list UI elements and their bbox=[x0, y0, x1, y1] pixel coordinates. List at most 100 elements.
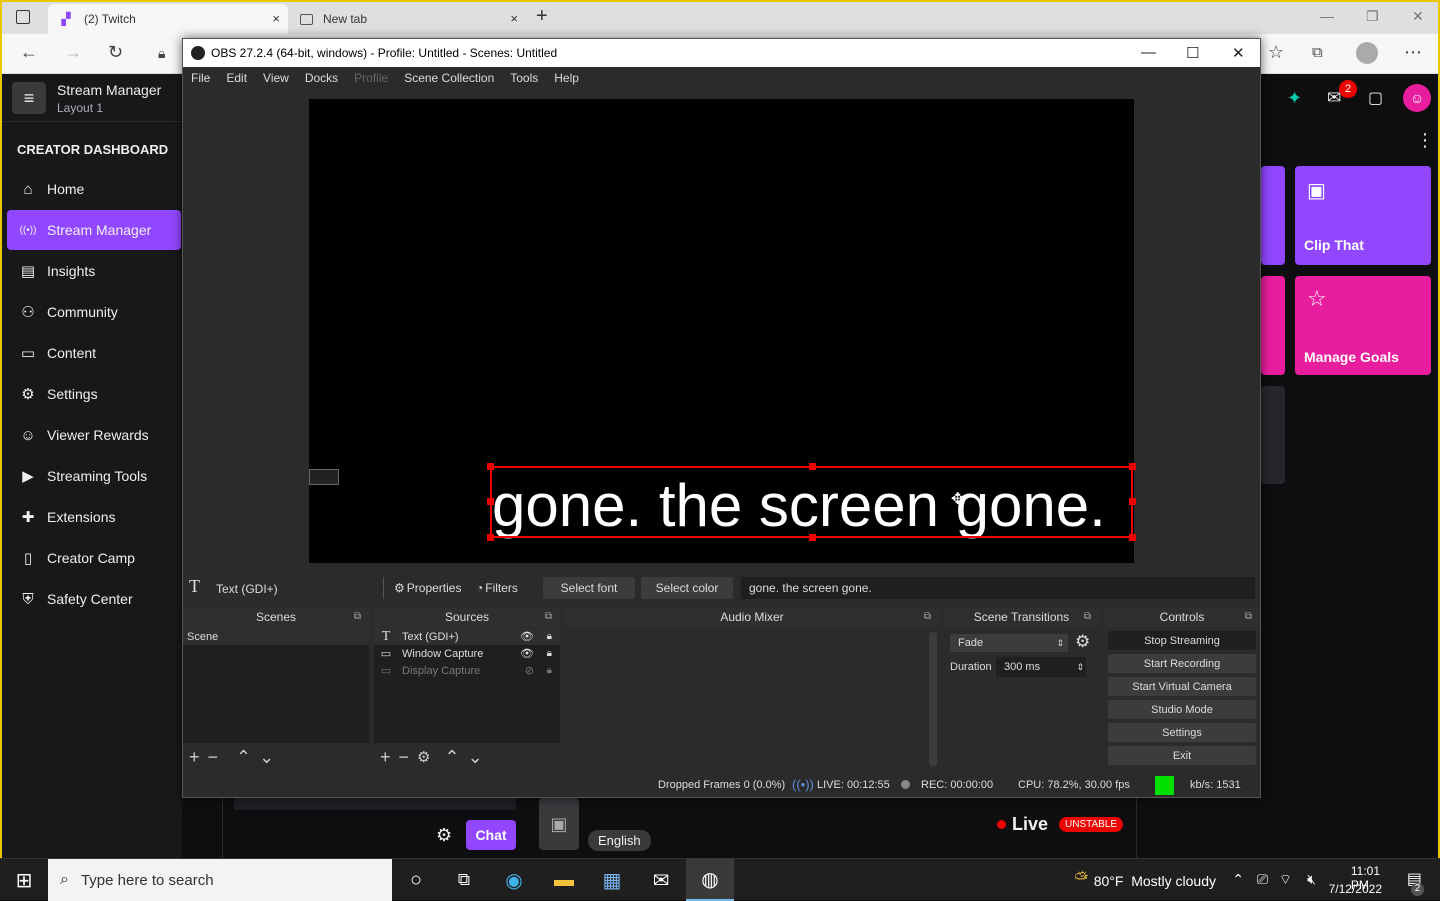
scene-item[interactable]: Scene bbox=[183, 628, 369, 645]
preview-canvas[interactable]: gone. the screen gone. ✥ bbox=[309, 99, 1136, 563]
sidebar-item-home[interactable]: ⌂ Home bbox=[7, 169, 181, 209]
resize-handle[interactable] bbox=[487, 463, 494, 470]
close-window-icon[interactable]: ✕ bbox=[1412, 8, 1424, 25]
browser-tab-twitch[interactable]: ▞ (2) Twitch × bbox=[48, 4, 288, 34]
obs-menu-docks[interactable]: Docks bbox=[297, 71, 346, 85]
mail-icon[interactable]: ✉ bbox=[637, 859, 685, 901]
obs-menu-scene-collection[interactable]: Scene Collection bbox=[396, 71, 502, 85]
resize-handle[interactable] bbox=[487, 534, 494, 541]
windows-start-icon[interactable]: ⊞ bbox=[0, 859, 48, 901]
start-recording-button[interactable]: Start Recording bbox=[1108, 654, 1256, 673]
undock-icon[interactable]: ⧉ bbox=[354, 611, 361, 622]
move-up-icon[interactable]: ⌃ bbox=[236, 747, 251, 768]
restore-icon[interactable]: ❐ bbox=[1366, 8, 1379, 25]
volume-icon[interactable]: 🔇︎ bbox=[1307, 871, 1316, 888]
sidebar-item-viewer-rewards[interactable]: ☺ Viewer Rewards bbox=[7, 415, 181, 455]
undock-icon[interactable]: ⧉ bbox=[1245, 611, 1252, 622]
obs-menu-view[interactable]: View bbox=[255, 71, 297, 85]
remove-icon[interactable]: − bbox=[208, 747, 219, 768]
sidebar-item-safety-center[interactable]: ⛨ Safety Center bbox=[7, 579, 181, 619]
resize-handle[interactable] bbox=[809, 463, 816, 470]
tray-chevron-icon[interactable]: ⌃ bbox=[1232, 871, 1244, 888]
tab-actions-icon[interactable] bbox=[16, 10, 30, 24]
source-item[interactable]: T Text (GDI+) 👁︎ 🔒︎ bbox=[374, 628, 560, 645]
obs-menu-profile[interactable]: Profile bbox=[346, 71, 396, 85]
selection-box[interactable] bbox=[487, 463, 1136, 541]
move-down-icon[interactable]: ⌄ bbox=[468, 747, 483, 768]
add-icon[interactable]: + bbox=[189, 747, 200, 768]
visibility-icon[interactable]: 👁︎ bbox=[520, 630, 534, 643]
obs-title-bar[interactable]: OBS 27.2.4 (64-bit, windows) - Profile: … bbox=[183, 39, 1260, 67]
resize-handle[interactable] bbox=[1129, 534, 1136, 541]
obs-maximize-icon[interactable]: ☐ bbox=[1186, 44, 1199, 62]
resize-handle[interactable] bbox=[1129, 498, 1136, 505]
file-explorer-icon[interactable]: ▬ bbox=[540, 859, 588, 901]
filters-button[interactable]: ◔ Filters bbox=[476, 581, 518, 595]
refresh-icon[interactable]: ↻ bbox=[108, 42, 123, 63]
sidebar-item-content[interactable]: ▭ Content bbox=[7, 333, 181, 373]
cortana-icon[interactable]: ○ bbox=[392, 859, 440, 901]
sidebar-item-community[interactable]: ⚇ Community bbox=[7, 292, 181, 332]
sidebar-item-extensions[interactable]: ✚ Extensions bbox=[7, 497, 181, 537]
close-tab-icon[interactable]: × bbox=[272, 11, 280, 26]
lock-icon[interactable]: 🔒︎ bbox=[547, 648, 552, 659]
user-avatar[interactable]: ☺ bbox=[1403, 84, 1431, 112]
resize-handle[interactable] bbox=[809, 534, 816, 541]
tile-partial-2[interactable] bbox=[1261, 276, 1285, 375]
new-tab-button[interactable]: + bbox=[536, 5, 548, 28]
collections-icon[interactable]: ⧉ bbox=[1312, 44, 1323, 61]
obs-menu-help[interactable]: Help bbox=[546, 71, 587, 85]
lock-icon[interactable]: 🔒︎ bbox=[547, 665, 552, 676]
store-icon[interactable]: ▦ bbox=[588, 859, 636, 901]
obs-minimize-icon[interactable]: — bbox=[1141, 44, 1156, 61]
browser-tab-newtab[interactable]: New tab × bbox=[290, 4, 526, 34]
text-input[interactable]: gone. the screen gone. bbox=[741, 577, 1255, 599]
clock-date[interactable]: 7/12/2022 bbox=[1329, 882, 1382, 896]
remove-icon[interactable]: − bbox=[399, 747, 410, 768]
task-view-icon[interactable]: ⧉ bbox=[440, 859, 488, 901]
select-color-button[interactable]: Select color bbox=[641, 577, 733, 599]
whispers-icon[interactable]: ▢ bbox=[1368, 88, 1383, 108]
visibility-icon[interactable]: 👁︎ bbox=[520, 647, 534, 660]
stream-manager-header[interactable]: ≡ Stream Manager Layout 1 bbox=[2, 74, 182, 122]
select-font-button[interactable]: Select font bbox=[543, 577, 635, 599]
obs-taskbar-icon[interactable]: ◍ bbox=[686, 859, 734, 901]
obs-close-icon[interactable]: ✕ bbox=[1232, 44, 1245, 62]
undock-icon[interactable]: ⧉ bbox=[545, 611, 552, 622]
add-icon[interactable]: + bbox=[380, 747, 391, 768]
studio-mode-button[interactable]: Studio Mode bbox=[1108, 700, 1256, 719]
chat-settings-icon[interactable]: ⚙ bbox=[436, 825, 452, 846]
duration-input[interactable]: 300 ms ⇕ bbox=[996, 657, 1086, 677]
source-item[interactable]: ▭ Window Capture 👁︎ 🔒︎ bbox=[374, 645, 560, 662]
move-down-icon[interactable]: ⌄ bbox=[259, 747, 274, 768]
resize-handle[interactable] bbox=[1129, 463, 1136, 470]
sidebar-item-insights[interactable]: ▤ Insights bbox=[7, 251, 181, 291]
obs-menu-tools[interactable]: Tools bbox=[502, 71, 546, 85]
more-icon[interactable]: ⋯ bbox=[1404, 42, 1422, 63]
resize-handle[interactable] bbox=[487, 498, 494, 505]
exit-button[interactable]: Exit bbox=[1108, 746, 1256, 765]
bits-icon[interactable]: ✦ bbox=[1287, 88, 1302, 109]
close-tab-icon[interactable]: × bbox=[510, 11, 518, 26]
spinner-icon[interactable]: ⇕ bbox=[1076, 662, 1084, 673]
language-tag[interactable]: English bbox=[588, 830, 651, 851]
tile-partial-1[interactable] bbox=[1261, 166, 1285, 265]
window-capture-thumbnail[interactable] bbox=[309, 469, 339, 485]
transition-settings-icon[interactable]: ⚙ bbox=[1075, 632, 1090, 652]
obs-menu-edit[interactable]: Edit bbox=[218, 71, 255, 85]
taskbar-search[interactable]: ⌕ Type here to search bbox=[48, 859, 392, 901]
settings-button[interactable]: Settings bbox=[1108, 723, 1256, 742]
properties-button[interactable]: ⚙ Properties bbox=[394, 581, 461, 595]
stop-streaming-button[interactable]: Stop Streaming bbox=[1108, 631, 1256, 650]
stream-preview-icon[interactable]: ▣ bbox=[539, 798, 579, 850]
wifi-icon[interactable]: ⌔ bbox=[1279, 871, 1292, 889]
sidebar-item-streaming-tools[interactable]: ▶ Streaming Tools bbox=[7, 456, 181, 496]
favorites-icon[interactable]: ☆ bbox=[1268, 42, 1284, 63]
forward-icon[interactable]: → bbox=[64, 42, 82, 63]
back-icon[interactable]: ← bbox=[20, 42, 38, 63]
weather-text[interactable]: 80°F Mostly cloudy bbox=[1094, 873, 1216, 889]
minimize-icon[interactable]: — bbox=[1320, 8, 1334, 24]
sidebar-item-settings[interactable]: ⚙ Settings bbox=[7, 374, 181, 414]
mixer-scrollbar[interactable] bbox=[929, 632, 937, 766]
clip-that-tile[interactable]: ▣ Clip That bbox=[1295, 166, 1431, 265]
